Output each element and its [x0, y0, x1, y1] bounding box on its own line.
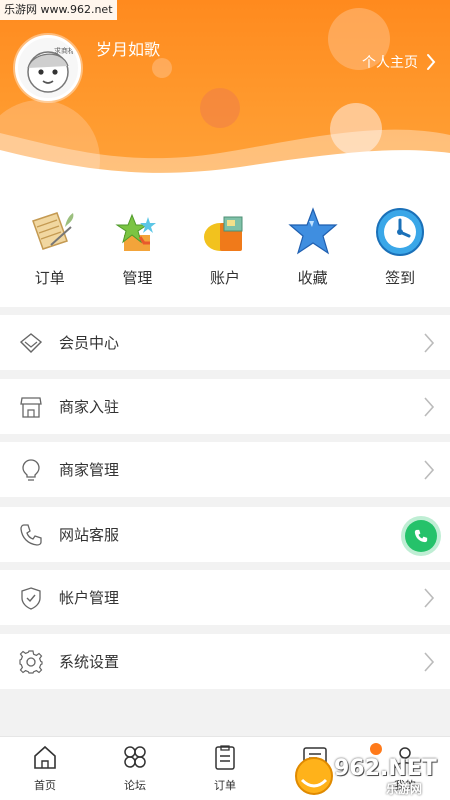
phone-icon: [20, 523, 42, 546]
stars-gift-icon: [115, 213, 157, 251]
storefront-icon: [20, 396, 42, 418]
home-icon: [34, 745, 56, 769]
menu-merchant-manage[interactable]: 商家管理: [0, 442, 450, 497]
decor-bubble: [152, 58, 172, 78]
menu-label: 网站客服: [59, 526, 120, 544]
site-watermark: 乐游网 www.962.net: [0, 0, 117, 20]
quick-action-favorites[interactable]: 收藏: [273, 185, 353, 307]
menu-account-manage[interactable]: 帐户管理: [0, 570, 450, 625]
tab-home[interactable]: 首页: [0, 737, 90, 800]
menu-label: 会员中心: [59, 334, 120, 352]
brand-watermark-subtext: 乐游网: [386, 782, 423, 796]
chevron-right-icon: [424, 396, 435, 417]
brand-watermark-text: 962.NET: [334, 756, 437, 781]
menu-merchant-join[interactable]: 商家入驻: [0, 379, 450, 434]
scroll-quill-icon: [31, 212, 74, 250]
order-clipboard-icon: [215, 745, 235, 770]
profile-link[interactable]: 个人主页: [362, 52, 436, 72]
header-wave: [0, 129, 450, 185]
quick-action-label: 签到: [385, 269, 416, 287]
menu-label: 系统设置: [59, 653, 120, 671]
quick-action-label: 管理: [122, 269, 153, 287]
quick-action-orders[interactable]: 订单: [10, 185, 90, 307]
menu-member-center[interactable]: 会员中心: [0, 315, 450, 370]
clock-signin-icon: [376, 208, 425, 256]
blue-star-icon: [287, 207, 338, 255]
quick-action-account[interactable]: 账户: [185, 185, 265, 307]
tab-label: 首页: [34, 779, 56, 792]
quick-action-signin[interactable]: 签到: [360, 185, 440, 307]
tab-label: 论坛: [124, 779, 146, 792]
forum-icon: [124, 746, 146, 768]
menu-system-settings[interactable]: 系统设置: [0, 634, 450, 689]
call-button[interactable]: [405, 520, 437, 552]
tab-label: 订单: [214, 779, 236, 792]
menu-label: 帐户管理: [59, 589, 120, 607]
brand-logo-icon: [295, 757, 333, 795]
chevron-right-icon: [424, 587, 435, 608]
quick-action-label: 订单: [34, 269, 65, 287]
brand-watermark: 962.NET 乐游网: [290, 750, 450, 800]
profile-header: 求商标 岁月如歌 个人主页: [0, 0, 450, 185]
shield-check-icon: [21, 586, 41, 610]
quick-action-manage[interactable]: 管理: [97, 185, 177, 307]
tab-forum[interactable]: 论坛: [90, 737, 180, 800]
quick-actions: 订单 管理 账户 收藏 签到: [0, 185, 450, 307]
phone-icon: [414, 529, 428, 543]
profile-link-label: 个人主页: [362, 55, 418, 71]
wallet-book-icon: [203, 216, 243, 251]
menu-label: 商家入驻: [59, 398, 120, 416]
chevron-right-icon: [424, 651, 435, 672]
chevron-right-icon: [427, 54, 436, 70]
chevron-right-icon: [424, 459, 435, 480]
tab-orders[interactable]: 订单: [180, 737, 270, 800]
avatar[interactable]: 求商标: [15, 35, 81, 101]
diamond-icon: [19, 332, 43, 353]
menu-label: 商家管理: [59, 461, 120, 479]
quick-action-label: 账户: [209, 269, 240, 287]
avatar-tag: 求商标: [54, 47, 75, 55]
gear-icon: [19, 649, 43, 674]
lightbulb-icon: [22, 458, 40, 481]
chevron-right-icon: [424, 332, 435, 353]
menu-customer-service[interactable]: 网站客服: [0, 507, 450, 562]
username: 岁月如歌: [96, 40, 161, 59]
quick-action-label: 收藏: [297, 269, 328, 287]
